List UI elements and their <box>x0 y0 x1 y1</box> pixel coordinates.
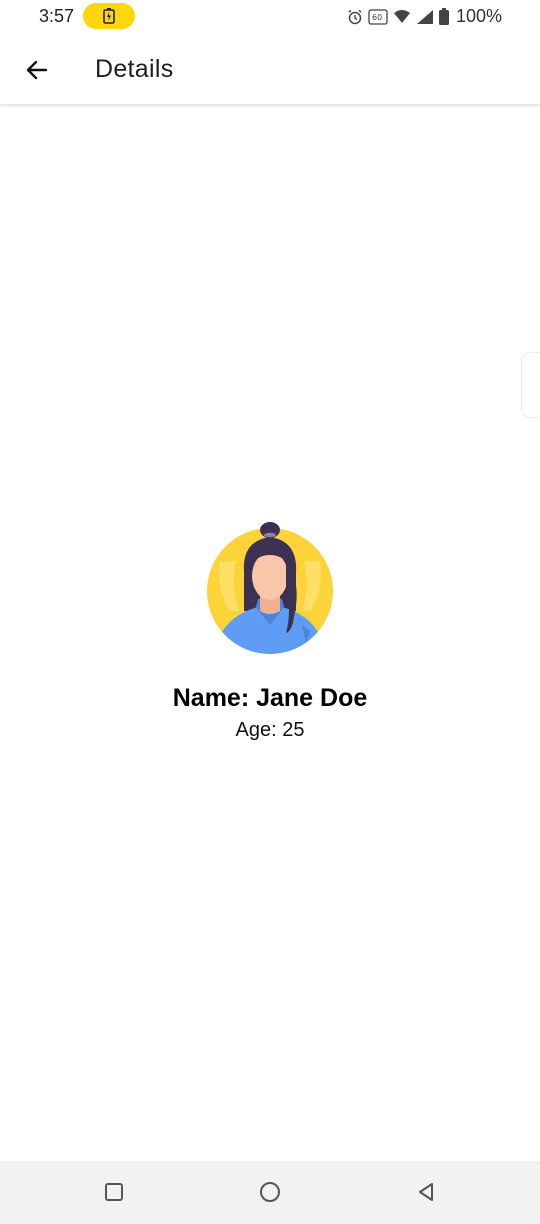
battery-icon <box>438 8 449 25</box>
wifi-icon <box>393 9 410 23</box>
status-bar: 3:57 60 100% <box>0 0 540 34</box>
edge-panel-handle[interactable] <box>521 352 540 418</box>
arrow-back-icon <box>26 60 48 80</box>
hd-icon: 60 <box>368 8 388 25</box>
avatar <box>206 521 334 655</box>
back-triangle-icon <box>419 1183 433 1201</box>
battery-percent: 100% <box>455 6 502 26</box>
woman-avatar-illustration <box>207 522 333 654</box>
home-button[interactable] <box>255 1177 285 1207</box>
page-title: Details <box>95 55 174 83</box>
charging-battery-icon <box>103 8 115 24</box>
alarm-icon <box>348 9 362 24</box>
profile-name: Name: Jane Doe <box>172 684 368 712</box>
app-bar: Details <box>0 34 540 104</box>
status-time: 3:57 <box>39 6 75 26</box>
back-nav-button[interactable] <box>411 1177 441 1207</box>
recent-apps-button[interactable] <box>99 1177 129 1207</box>
recent-apps-icon <box>105 1183 123 1201</box>
svg-text:60: 60 <box>372 13 382 22</box>
signal-icon <box>416 9 433 24</box>
back-button[interactable] <box>18 51 56 89</box>
profile-age: Age: 25 <box>235 719 305 741</box>
system-nav-bar <box>0 1161 540 1224</box>
status-icons: 60 100% <box>347 6 502 27</box>
charging-indicator <box>83 3 135 29</box>
home-icon <box>260 1182 280 1202</box>
